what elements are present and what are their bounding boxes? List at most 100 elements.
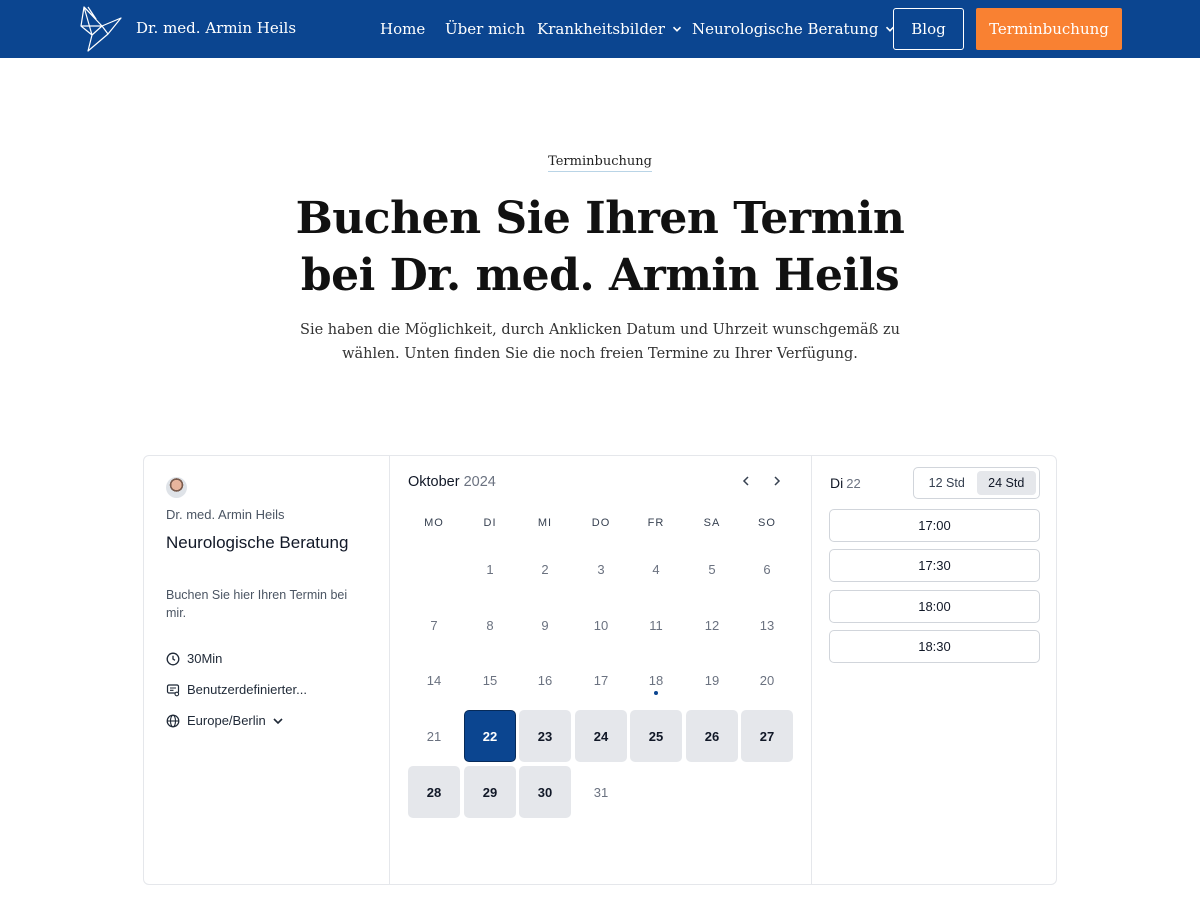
- column-divider: [389, 456, 390, 884]
- nav-about[interactable]: Über mich: [445, 20, 525, 38]
- subtitle-line-2: wählen. Unten finden Sie die noch freien…: [342, 346, 858, 362]
- nav-about-label: Über mich: [445, 20, 526, 38]
- title-line-1: Buchen Sie Ihren Termin: [295, 193, 905, 244]
- day-number: 17: [593, 672, 609, 688]
- day-number: 13: [759, 617, 775, 633]
- day-number: 6: [763, 561, 771, 577]
- calendar-day: 18: [630, 654, 682, 706]
- event-title: Neurologische Beratung: [166, 533, 349, 552]
- time-slot-button[interactable]: 17:00: [829, 509, 1040, 542]
- host-name: Dr. med. Armin Heils: [166, 507, 285, 522]
- column-divider: [811, 456, 812, 884]
- day-number: 11: [649, 617, 663, 633]
- day-number: 18: [648, 672, 664, 688]
- calendar-day: 4: [630, 543, 682, 595]
- calendar-day: 19: [686, 654, 738, 706]
- format-24h-option[interactable]: 24 Std: [976, 471, 1036, 495]
- clock-icon: [166, 652, 180, 665]
- nav-home[interactable]: Home: [380, 20, 425, 38]
- brand-name[interactable]: Dr. med. Armin Heils: [136, 19, 296, 37]
- nav-home-label: Home: [380, 20, 426, 38]
- calendar-day: 9: [519, 599, 571, 651]
- title-line-2: bei Dr. med. Armin Heils: [300, 250, 900, 301]
- selected-day-name: Di: [830, 475, 844, 491]
- calendar-day[interactable]: 25: [630, 710, 682, 762]
- day-number: 3: [597, 561, 605, 577]
- calendar-day: 6: [741, 543, 793, 595]
- today-dot: [654, 691, 658, 695]
- timezone-select[interactable]: Europe/Berlin: [166, 713, 284, 728]
- calendar-day: 11: [630, 599, 682, 651]
- year-label: 2024: [463, 474, 496, 490]
- weekday-header: FR: [647, 517, 665, 529]
- selected-day: Di 22: [830, 475, 861, 491]
- avatar: [166, 477, 187, 498]
- calendar-day: 3: [575, 543, 627, 595]
- selected-day-number: 22: [846, 476, 861, 491]
- chevron-left-icon[interactable]: [738, 473, 754, 489]
- event-location: Benutzerdefinierter...: [166, 682, 307, 697]
- bird-logo-icon[interactable]: [78, 4, 124, 54]
- globe-icon: [166, 714, 180, 727]
- day-number: 5: [708, 561, 716, 577]
- day-number: 19: [704, 672, 720, 688]
- calendar-day[interactable]: 28: [408, 766, 460, 818]
- day-number: 2: [541, 561, 549, 577]
- day-number: 31: [593, 784, 609, 800]
- weekday-header: DI: [483, 517, 497, 529]
- duration-label: 30Min: [187, 651, 223, 666]
- calendar-day: 10: [575, 599, 627, 651]
- location-icon: [166, 683, 180, 696]
- hero-eyebrow: Terminbuchung: [0, 150, 1200, 172]
- day-number: 26: [704, 728, 720, 744]
- nav-diseases[interactable]: Krankheitsbilder: [537, 20, 682, 38]
- day-number: 1: [486, 561, 494, 577]
- nav-consulting[interactable]: Neurologische Beratung: [692, 20, 895, 38]
- calendar-day: 8: [464, 599, 516, 651]
- calendar-day: 12: [686, 599, 738, 651]
- weekday-header: SA: [703, 517, 721, 529]
- calendar-day: 13: [741, 599, 793, 651]
- calendar-day: 20: [741, 654, 793, 706]
- chevron-down-icon: [273, 717, 283, 724]
- calendar-month: Oktober 2024: [408, 474, 496, 490]
- day-number: 21: [426, 728, 442, 744]
- blog-button[interactable]: Blog: [893, 8, 964, 50]
- calendar-day: 7: [408, 599, 460, 651]
- page-title: Buchen Sie Ihren Termin bei Dr. med. Arm…: [0, 190, 1200, 304]
- calendar-day[interactable]: 27: [741, 710, 793, 762]
- weekday-header: SO: [758, 517, 776, 529]
- day-number: 27: [759, 728, 775, 744]
- calendar-day[interactable]: 23: [519, 710, 571, 762]
- day-number: 7: [430, 617, 438, 633]
- day-number: 9: [541, 617, 549, 633]
- day-number: 15: [482, 672, 498, 688]
- location-label: Benutzerdefinierter...: [187, 682, 307, 697]
- calendar-day: 21: [408, 710, 460, 762]
- calendar-day: 1: [464, 543, 516, 595]
- booking-button[interactable]: Terminbuchung: [976, 8, 1122, 50]
- day-number: 25: [648, 728, 664, 744]
- chevron-down-icon: [672, 26, 682, 32]
- calendar-day[interactable]: 29: [464, 766, 516, 818]
- format-12h-option[interactable]: 12 Std: [917, 471, 977, 495]
- day-number: 20: [759, 672, 775, 688]
- calendar-day[interactable]: 24: [575, 710, 627, 762]
- chevron-right-icon[interactable]: [769, 473, 785, 489]
- nav-diseases-label: Krankheitsbilder: [537, 20, 665, 38]
- time-slot-button[interactable]: 18:00: [829, 590, 1040, 623]
- calendar-day: 31: [575, 766, 627, 818]
- site-header: Dr. med. Armin Heils Home Über mich Kran…: [0, 0, 1200, 58]
- day-number: 12: [704, 617, 720, 633]
- day-number: 24: [593, 728, 609, 744]
- time-slot-button[interactable]: 18:30: [829, 630, 1040, 663]
- time-slot-button[interactable]: 17:30: [829, 549, 1040, 582]
- day-number: 22: [482, 728, 498, 744]
- calendar-day[interactable]: 26: [686, 710, 738, 762]
- day-number: 16: [537, 672, 553, 688]
- calendar-day-selected[interactable]: 22: [464, 710, 516, 762]
- calendar-day[interactable]: 30: [519, 766, 571, 818]
- subtitle-line-1: Sie haben die Möglichkeit, durch Anklick…: [300, 322, 900, 338]
- weekday-header: DO: [591, 517, 611, 529]
- nav-consulting-label: Neurologische Beratung: [692, 20, 879, 38]
